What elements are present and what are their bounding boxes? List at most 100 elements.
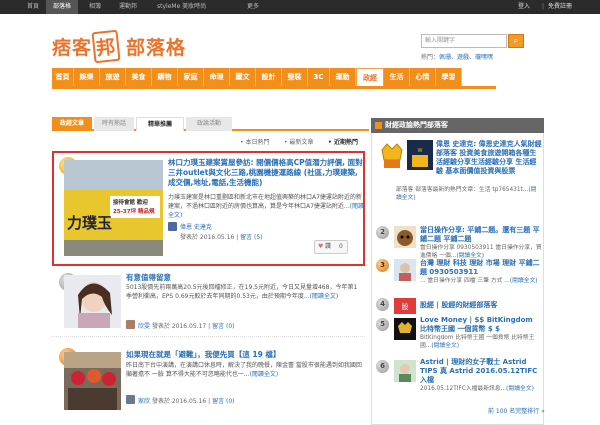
topbar-link-styleme[interactable]: styleMe 美妝時尚 <box>150 0 213 14</box>
rank-2-title[interactable]: 當日操作分享: 平鋪二題。還有三題 平鋪二題 平鋪二題 <box>420 226 542 244</box>
nav-item-15[interactable]: 學習 <box>436 68 462 86</box>
rank-4-avatar[interactable]: 股 <box>394 298 416 314</box>
nav-item-13[interactable]: 生活 <box>384 68 410 86</box>
rank-5-readmore[interactable]: (閱讀全文) <box>431 343 459 349</box>
rank-2-avatar[interactable] <box>394 226 416 248</box>
article-2-thumbnail[interactable] <box>64 275 121 328</box>
rank-badge-side-4: 4 <box>376 298 389 311</box>
article-2-thumbnail-art <box>64 275 121 328</box>
nav-item-0[interactable]: 首頁 <box>52 68 74 86</box>
rank-3-title[interactable]: 台灣 理財 科技 理財 市場 理財 平鋪二題 0930503911 <box>420 259 542 277</box>
ranking-panel-header: 財經政論熱門部落客 <box>371 118 544 133</box>
topbar-link-more[interactable]: 更多 <box>240 0 266 14</box>
thumb-line-1: 接待會館 歡迎 <box>113 200 148 206</box>
nav-item-3[interactable]: 美食 <box>126 68 152 86</box>
article-3-excerpt: 昨日南下台中演講，在演講口休息時，解決了我的晚餐，陳金蕾 當股市很能遇到如我國回… <box>126 361 362 379</box>
nav-item-11[interactable]: 運動 <box>330 68 356 86</box>
nav-item-2[interactable]: 旅遊 <box>100 68 126 86</box>
sort-week-label: 近期熱門 <box>333 139 358 146</box>
article-1-author-avatar[interactable] <box>168 222 177 231</box>
sort-latest[interactable]: • 最新文章 <box>284 137 313 146</box>
hot-keywords-list[interactable]: 佩珊、遊戲、瓏嘿嘿 <box>439 54 493 61</box>
article-3-author-name[interactable]: 家欣 <box>138 398 150 405</box>
nav-item-10[interactable]: 3C <box>308 68 330 86</box>
rank-4-title[interactable]: 股經 | 股經的財經部落客 <box>420 301 542 310</box>
nav-item-1[interactable]: 娛樂 <box>74 68 100 86</box>
login-link[interactable]: 登入 <box>518 0 530 14</box>
rank-3-excerpt-text: ... 當日操作分享 四檔 三筆 方式 ... <box>420 278 510 284</box>
like-count: 0 <box>339 243 343 250</box>
rank-4-avatar-art: 股 <box>394 298 416 314</box>
topbar-link-album[interactable]: 相簿 <box>82 0 108 14</box>
article-2-comments[interactable]: 留言 (0) <box>212 323 234 330</box>
article-2-author-avatar[interactable] <box>126 320 135 329</box>
rank-6-title[interactable]: Astrid | 理財的女子戰士 Astrid TIPS 真 Astrid 20… <box>420 358 542 385</box>
article-1-comments[interactable]: 留言 (5) <box>240 234 262 241</box>
rank-3-avatar-art <box>394 259 416 281</box>
nav-item-14[interactable]: 心情 <box>410 68 436 86</box>
like-button[interactable]: ♥ 讚 0 <box>314 240 348 254</box>
tab-featured[interactable]: 精華推薦 <box>136 117 184 131</box>
article-1-excerpt-text: 力璞玉建案是林口重劃區和新北市在地超值興築的林口A7捷運站附近的新建案，不過林口… <box>168 194 362 210</box>
logo-sub: 部落格 <box>126 37 187 59</box>
article-1-author: 偉恩 史達克 <box>180 222 212 231</box>
article-2-author-name[interactable]: 欣雯 <box>138 323 150 330</box>
rank-badge-side-5: 5 <box>376 318 389 331</box>
ranking-more-link[interactable]: 前 100 名完整排行 » <box>488 406 545 415</box>
rank-1-title[interactable]: 偉恩 史達克: 偉恩史達克人氣財經部落客 投資美食旅遊開箱各種生活經驗分享生活經… <box>436 140 542 176</box>
nav-item-6[interactable]: 命理 <box>204 68 230 86</box>
sort-week[interactable]: • 近期熱門 <box>328 137 358 146</box>
like-label: 讚 <box>325 243 332 250</box>
rank-3-avatar[interactable] <box>394 259 416 281</box>
article-2-readmore[interactable]: (閱讀全文) <box>310 293 339 300</box>
article-tabs: 政經文章 時有熱話 精華推薦 政論活動 <box>52 117 369 131</box>
rank-1-avatar[interactable]: W <box>407 140 433 170</box>
search-button[interactable]: ⌕ <box>508 34 524 48</box>
nav-item-5[interactable]: 家庭 <box>178 68 204 86</box>
rank-1-excerpt: 部落客 部落客最新的熱門文章：生活 tp765431t...(閱讀全文) <box>396 186 542 202</box>
article-3-thumbnail[interactable] <box>64 352 121 410</box>
nav-item-12[interactable]: 政經 <box>356 68 384 86</box>
rank-5-title[interactable]: Love Money | $$ BitKingdom 比特幣王國 一個貨幣 $ … <box>420 316 542 334</box>
topbar-link-blog[interactable]: 部落格 <box>46 0 79 14</box>
thumb-brand: 力璞玉 <box>67 214 113 232</box>
site-logo[interactable]: 痞客邦部落格 <box>52 29 187 64</box>
article-1-thumbnail[interactable]: 力璞玉 接待會館 歡迎 25-37坪 精品規 <box>64 160 163 256</box>
topbar-link-sport[interactable]: 運動邦 <box>112 0 144 14</box>
svg-text:股: 股 <box>402 303 409 311</box>
rank-6-readmore[interactable]: (閱讀全文) <box>506 386 534 392</box>
article-2-title[interactable]: 有意值得留意 <box>126 273 356 283</box>
top-bar: 首頁 部落格 相簿 運動邦 styleMe 美妝時尚 更多 登入 | 免費註冊 <box>0 0 600 14</box>
article-1-title[interactable]: 林口力璞玉建案賞屋參訪: 開價價格高CP值潛力評價, 面對三井outlet與文化… <box>168 158 364 188</box>
nav-item-8[interactable]: 設計 <box>256 68 282 86</box>
sort-today[interactable]: • 本日熱門 <box>240 137 269 146</box>
tab-hot-topics[interactable]: 時有熱話 <box>94 117 134 131</box>
tab-category[interactable]: 政經文章 <box>52 117 92 131</box>
nav-item-4[interactable]: 購物 <box>152 68 178 86</box>
rank-badge-side-3: 3 <box>376 259 389 272</box>
article-2-meta: 欣雯 發表於 2016.05.17 | 留言 (0) <box>138 321 235 330</box>
article-1-author-name[interactable]: 偉恩 史達克 <box>180 224 212 231</box>
rank-5-avatar[interactable] <box>394 318 416 340</box>
article-3-comments[interactable]: 留言 (0) <box>212 398 234 405</box>
rank-badge-side-2: 2 <box>376 226 389 239</box>
article-3-author-avatar[interactable] <box>126 395 135 404</box>
signup-link[interactable]: 免費註冊 <box>548 0 572 14</box>
rank-6-excerpt-text: 2016.05.12TIFC入檔最新訊息... <box>420 386 507 392</box>
rank-3-readmore[interactable]: (閱讀全文) <box>510 278 538 284</box>
tab-events[interactable]: 政論活動 <box>186 117 232 131</box>
article-3-readmore[interactable]: (閱讀全文) <box>250 371 279 378</box>
nav-item-9[interactable]: 整裝 <box>282 68 308 86</box>
article-3-title[interactable]: 如果現在就是「避難」，我便先買【這 19 檔】 <box>126 350 356 360</box>
rank-1-avatar-art: W <box>407 140 433 170</box>
rank-6-avatar-art <box>394 360 416 382</box>
hot-keywords-label: 熱門： <box>421 54 440 61</box>
logo-bang-mark: 邦 <box>91 29 121 64</box>
rank-6-avatar[interactable] <box>394 360 416 382</box>
nav-item-7[interactable]: 圖文 <box>230 68 256 86</box>
article-3-meta: 家欣 發表於 2016.05.16 | 留言 (0) <box>138 396 235 405</box>
article-2-date: 發表於 2016.05.17 <box>151 323 207 330</box>
crown-badge-art <box>381 143 403 168</box>
topbar-link-home[interactable]: 首頁 <box>20 0 46 14</box>
search-input[interactable]: 輸入關鍵字 <box>421 34 507 48</box>
